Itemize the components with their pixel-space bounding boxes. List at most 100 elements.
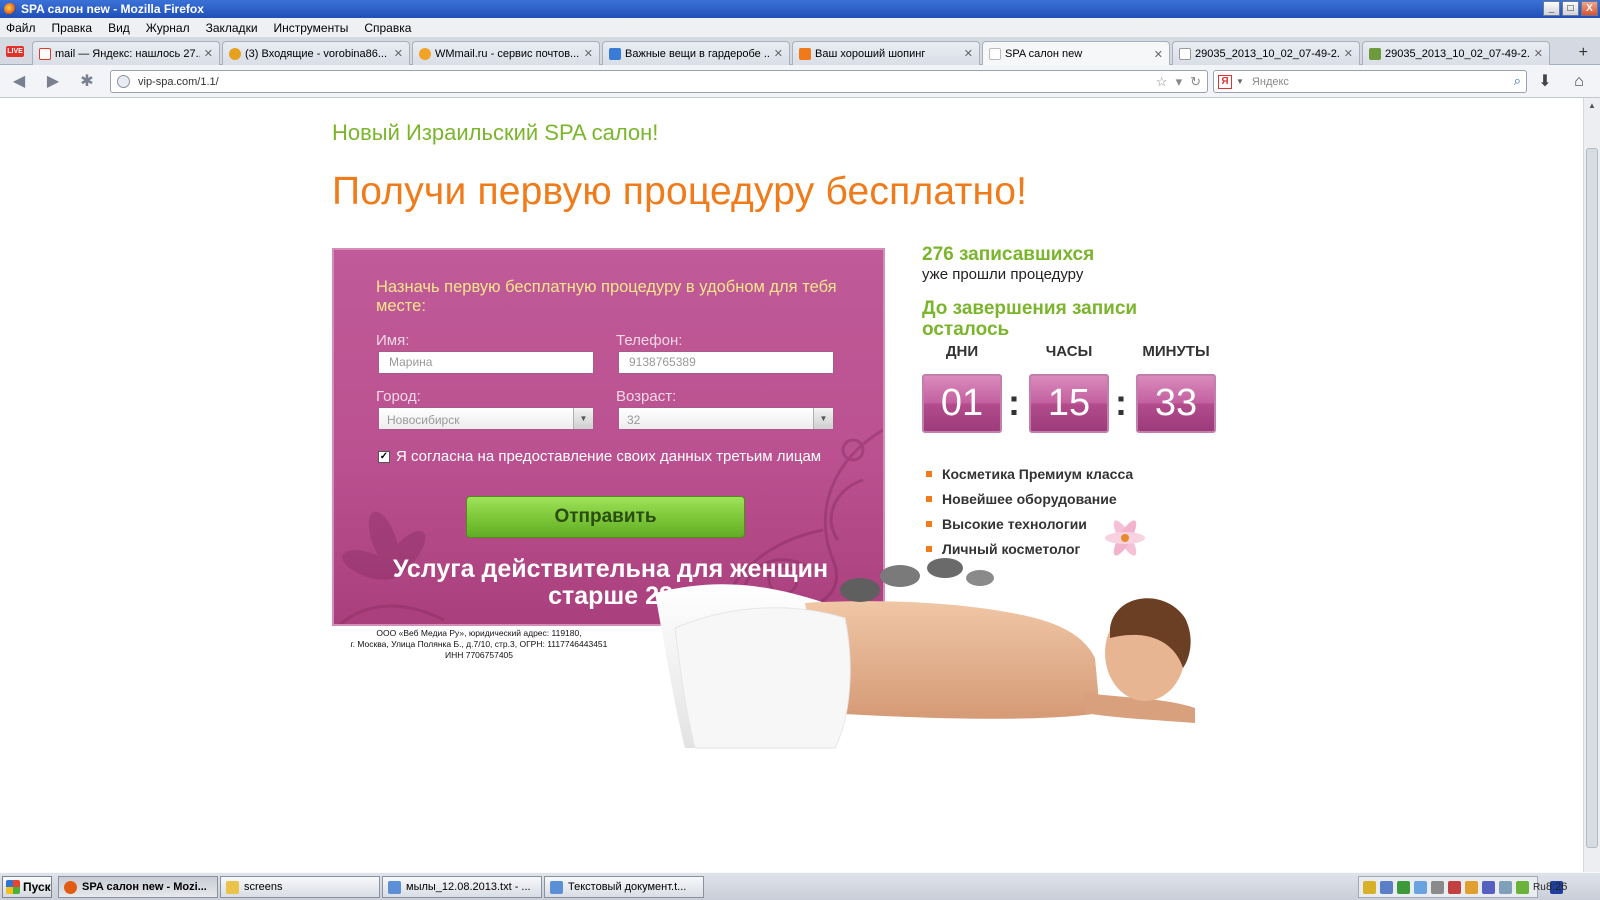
tab-close-icon[interactable]: ✕ [964, 47, 973, 60]
scroll-thumb[interactable] [1586, 148, 1598, 848]
image-favicon-icon [1369, 47, 1381, 60]
menu-bookmarks[interactable]: Закладки [206, 21, 258, 35]
taskbar-item-screens[interactable]: screens [220, 876, 380, 898]
spa-woman-illustration [655, 520, 1195, 749]
tab-close-icon[interactable]: ✕ [584, 47, 593, 60]
consent-label[interactable]: Я согласна на предоставление своих данны… [396, 448, 821, 465]
addon-icon[interactable]: ✱ [78, 73, 96, 91]
minimize-button[interactable]: _ [1543, 1, 1560, 16]
tray-app-icon[interactable] [1363, 880, 1376, 894]
tray-mail-icon[interactable] [1414, 880, 1427, 894]
tray-nvidia-icon[interactable] [1516, 880, 1529, 894]
vertical-scrollbar[interactable]: ▲ [1583, 98, 1600, 872]
menu-tools[interactable]: Инструменты [274, 21, 349, 35]
tab-label: 29035_2013_10_02_07-49-2... [1385, 47, 1530, 60]
menu-view[interactable]: Вид [108, 21, 130, 35]
tray-volume-icon[interactable] [1431, 880, 1444, 894]
firefox-logo-icon [4, 3, 16, 15]
taskbar-item-notepad-2[interactable]: Текстовый документ.t... [544, 876, 704, 898]
menu-help[interactable]: Справка [364, 21, 411, 35]
consent-checkbox[interactable]: ✓ [378, 450, 390, 463]
url-dropdown-icon[interactable]: ▾ [1176, 74, 1183, 90]
search-engine-dropdown-icon[interactable]: ▼ [1236, 77, 1244, 86]
chevron-down-icon[interactable]: ▼ [573, 408, 593, 429]
phone-input[interactable]: 9138765389 [618, 351, 834, 374]
tab-spa-salon[interactable]: SPA салон new ✕ [982, 41, 1170, 66]
tab-close-icon[interactable]: ✕ [1344, 47, 1353, 60]
tab-inbox[interactable]: (3) Входящие - vorobina86... ✕ [222, 41, 410, 65]
forward-arrow-icon[interactable]: ▶ [44, 73, 62, 91]
start-button[interactable]: Пуск [2, 876, 52, 898]
window-title: SPA салон new - Mozilla Firefox [21, 2, 204, 16]
bullet-square-icon [926, 471, 932, 477]
page-favicon-icon [989, 48, 1001, 60]
scroll-up-icon[interactable]: ▲ [1584, 98, 1600, 114]
tab-wmmail[interactable]: WMmail.ru - сервис почтов... ✕ [412, 41, 600, 65]
search-magnifier-icon[interactable]: ⌕ [1514, 73, 1521, 89]
menu-file[interactable]: Файл [6, 21, 36, 35]
tab-wardrobe[interactable]: Важные вещи в гардеробе ... ✕ [602, 41, 790, 65]
countdown-separator: : [1008, 382, 1020, 423]
tab-bar: LIVE mail — Яндекс: нашлось 27... ✕ (3) … [0, 38, 1600, 66]
search-placeholder: Яндекс [1251, 75, 1289, 88]
bookmark-star-icon[interactable]: ☆ [1156, 74, 1168, 90]
tray-usb-icon[interactable] [1499, 880, 1512, 894]
tab-label: Важные вещи в гардеробе ... [625, 47, 770, 60]
taskbar-clock[interactable]: 8:26 [1546, 881, 1567, 893]
close-button[interactable]: X [1581, 1, 1598, 16]
menu-edit[interactable]: Правка [52, 21, 93, 35]
page-favicon-icon [1179, 47, 1191, 60]
download-arrow-icon[interactable]: ⬇ [1536, 73, 1554, 91]
tab-shopping[interactable]: Ваш хороший шопинг ✕ [792, 41, 980, 65]
live-badge-icon[interactable]: LIVE [6, 46, 24, 57]
task-label: Текстовый документ.t... [568, 881, 687, 893]
bullet-square-icon [926, 496, 932, 502]
consent-row: ✓ Я согласна на предоставление своих дан… [378, 448, 821, 465]
url-bar[interactable]: vip-spa.com/1.1/ ☆ ▾ ↻ [110, 70, 1208, 93]
tray-update-icon[interactable] [1448, 880, 1461, 894]
city-select[interactable]: Новосибирск ▼ [378, 407, 594, 430]
tray-language[interactable]: Ru [1533, 882, 1546, 893]
tab-image-2[interactable]: 29035_2013_10_02_07-49-2... ✕ [1362, 41, 1550, 65]
signed-count: 276 записавшихся [922, 244, 1095, 265]
home-icon[interactable]: ⌂ [1570, 73, 1588, 91]
maximize-button[interactable]: □ [1562, 1, 1579, 16]
reload-icon[interactable]: ↻ [1190, 74, 1201, 90]
task-label: мылы_12.08.2013.txt - ... [406, 881, 531, 893]
chevron-down-icon[interactable]: ▼ [813, 408, 833, 429]
countdown-days: 01 [922, 374, 1002, 433]
blogger-favicon-icon [799, 47, 811, 60]
tab-image-1[interactable]: 29035_2013_10_02_07-49-2... ✕ [1172, 41, 1360, 65]
tab-close-icon[interactable]: ✕ [1534, 47, 1543, 60]
mail-favicon-icon [229, 47, 241, 60]
name-input[interactable]: Марина [378, 351, 594, 374]
menu-history[interactable]: Журнал [146, 21, 190, 35]
taskbar-item-notepad-1[interactable]: мылы_12.08.2013.txt - ... [382, 876, 542, 898]
search-bar[interactable]: Я ▼ Яндекс ⌕ [1213, 70, 1527, 93]
google-favicon-icon [609, 47, 621, 60]
yandex-logo-icon[interactable]: Я [1218, 74, 1232, 89]
phone-label: Телефон: [616, 332, 683, 349]
tray-app2-icon[interactable] [1465, 880, 1478, 894]
age-select[interactable]: 32 ▼ [618, 407, 834, 430]
navigation-bar: ◀ ▶ ✱ vip-spa.com/1.1/ ☆ ▾ ↻ Я ▼ Яндекс … [0, 65, 1600, 98]
tab-close-icon[interactable]: ✕ [774, 47, 783, 60]
tab-close-icon[interactable]: ✕ [1154, 48, 1163, 61]
firefox-icon [64, 880, 77, 894]
tab-close-icon[interactable]: ✕ [204, 47, 213, 60]
tab-label: SPA салон new [1005, 48, 1083, 60]
tab-label: Ваш хороший шопинг [815, 47, 926, 60]
back-arrow-icon[interactable]: ◀ [10, 73, 28, 91]
tray-network-icon[interactable] [1380, 880, 1393, 894]
tab-close-icon[interactable]: ✕ [394, 47, 403, 60]
task-label: SPA салон new - Mozi... [82, 881, 207, 893]
notepad-icon [388, 880, 401, 894]
taskbar-item-firefox[interactable]: SPA салон new - Mozi... [58, 876, 218, 898]
tray-flash-icon[interactable] [1482, 880, 1495, 894]
list-item: Новейшее оборудование [926, 491, 1133, 507]
tab-yandex-mail[interactable]: mail — Яндекс: нашлось 27... ✕ [32, 41, 220, 65]
new-tab-icon[interactable]: + [1579, 44, 1588, 62]
tray-security-icon[interactable] [1397, 880, 1410, 894]
folder-icon [226, 880, 239, 894]
list-item: Косметика Премиум класса [926, 466, 1133, 482]
